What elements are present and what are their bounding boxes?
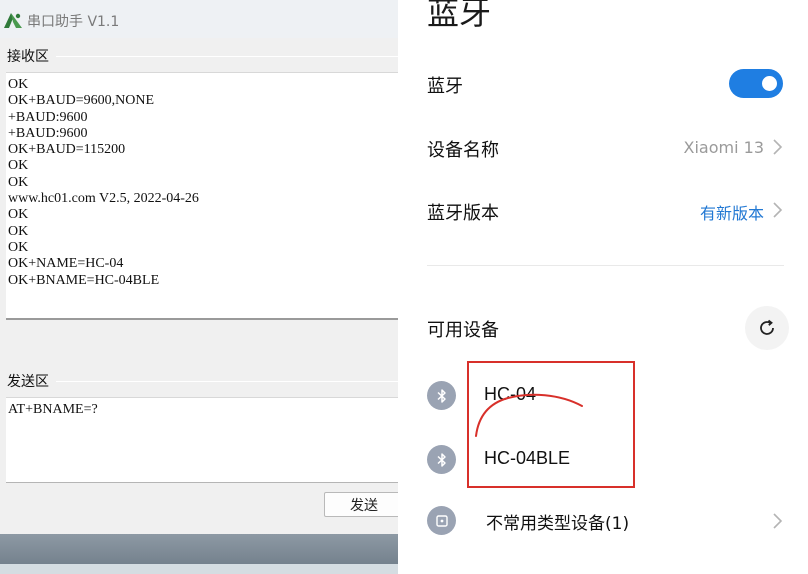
receive-line: OK	[8, 207, 29, 223]
title-bar: 串口助手 V1.1	[0, 0, 398, 38]
receive-line: www.hc01.com V2.5, 2022-04-26	[8, 191, 199, 207]
desktop-taskbar-strip	[0, 534, 398, 574]
toggle-knob	[762, 76, 777, 91]
refresh-icon	[760, 319, 774, 335]
receive-line: OK	[8, 174, 29, 190]
bluetooth-version-value[interactable]: 有新版本	[700, 200, 764, 224]
send-area-label: 发送区	[7, 374, 49, 390]
receive-line: OK	[8, 77, 29, 92]
page-title: 蓝牙	[427, 0, 492, 32]
bluetooth-icon	[427, 381, 456, 410]
chevron-right-icon	[773, 513, 783, 529]
send-input-value: AT+BNAME=?	[8, 402, 98, 417]
serial-assistant-window: 串口助手 V1.1 接收区 OK OK+BAUD=9600,NONE +BAUD…	[0, 0, 398, 574]
bluetooth-settings-screen: 蓝牙 蓝牙 设备名称 Xiaomi 13 蓝牙版本 有新版本 可用设备 HC-0…	[398, 0, 808, 574]
receive-textarea[interactable]: OK OK+BAUD=9600,NONE +BAUD:9600 +BAUD:96…	[6, 72, 398, 320]
device-type-icon	[427, 506, 456, 535]
send-group-divider	[56, 381, 398, 382]
receive-line: OK	[8, 239, 29, 255]
receive-line: OK+BNAME=HC-04BLE	[8, 272, 160, 288]
annotation-scribble	[475, 393, 583, 437]
device-name-value[interactable]: Xiaomi 13	[684, 138, 764, 157]
send-button[interactable]: 发送	[324, 492, 398, 517]
refresh-button[interactable]	[745, 306, 789, 350]
chevron-right-icon	[773, 139, 783, 155]
available-devices-title: 可用设备	[427, 320, 499, 341]
receive-line: OK	[8, 158, 29, 174]
bluetooth-toggle-label: 蓝牙	[427, 76, 463, 97]
receive-group-divider	[56, 56, 398, 57]
chevron-right-icon	[773, 202, 783, 218]
receive-line: +BAUD:9600	[8, 109, 88, 125]
section-divider	[427, 265, 784, 266]
app-logo-icon	[4, 13, 22, 28]
receive-line: OK+BAUD=9600,NONE	[8, 93, 155, 109]
send-textarea[interactable]: AT+BNAME=?	[6, 397, 398, 483]
app-title: 串口助手 V1.1	[27, 14, 120, 30]
bluetooth-version-label: 蓝牙版本	[427, 203, 499, 224]
receive-area-label: 接收区	[7, 49, 49, 65]
uncommon-devices-item[interactable]: 不常用类型设备(1)	[486, 509, 629, 534]
receive-line: OK	[8, 223, 29, 239]
device-name-label: 设备名称	[427, 140, 499, 161]
receive-line: +BAUD:9600	[8, 125, 88, 141]
bluetooth-toggle[interactable]	[729, 69, 783, 98]
receive-line: OK+BAUD=115200	[8, 142, 126, 158]
receive-line: OK+NAME=HC-04	[8, 256, 124, 272]
bluetooth-icon	[427, 445, 456, 474]
